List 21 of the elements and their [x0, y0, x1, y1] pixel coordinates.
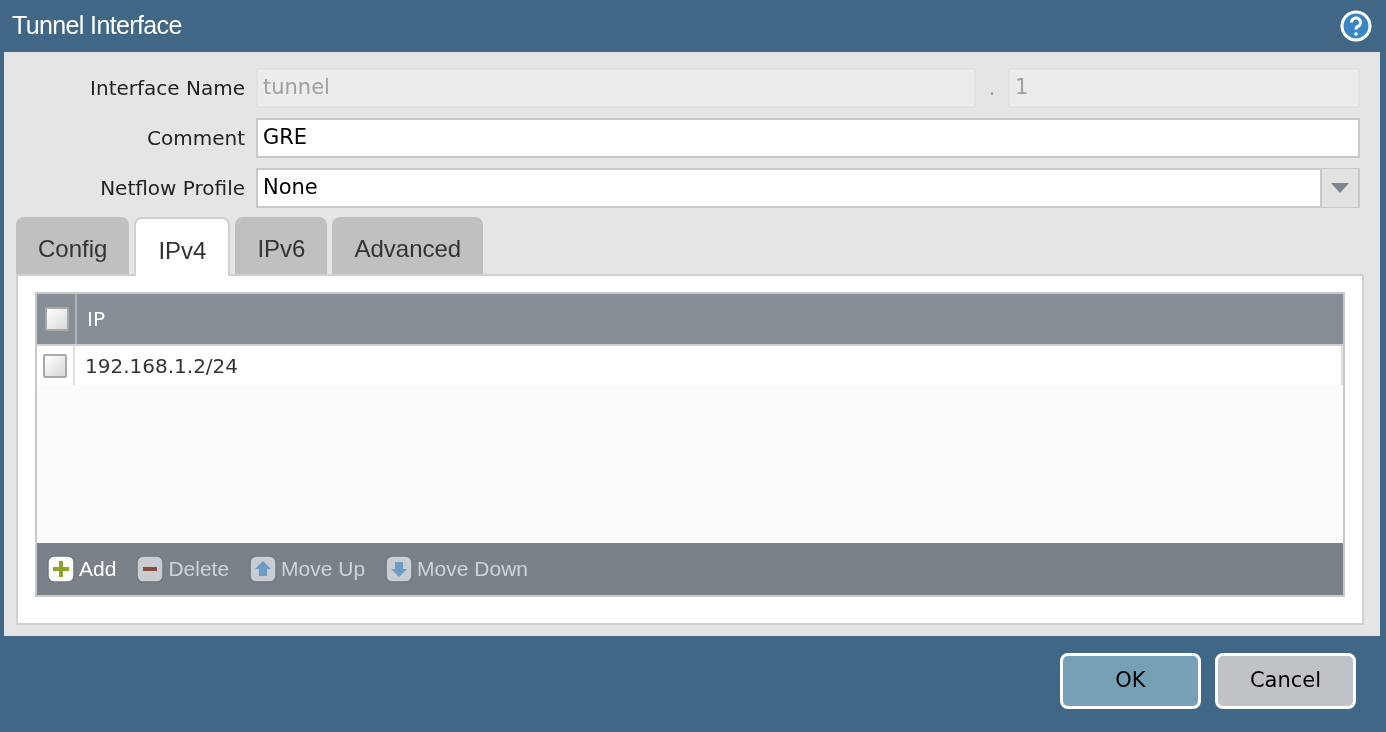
table-cell-text: 192.168.1.2/24 — [84, 352, 239, 380]
profile-dropdown[interactable]: None — [256, 168, 1360, 208]
tab[interactable]: Advanced — [332, 217, 484, 274]
cancel-button[interactable]: Cancel — [1215, 653, 1356, 709]
minus-icon — [136, 555, 165, 583]
select-all-checkbox[interactable] — [45, 307, 69, 331]
help-icon[interactable] — [1340, 10, 1372, 42]
separator: . — [987, 75, 997, 102]
plus-icon — [47, 555, 75, 583]
field-label: Netflow Profile — [99, 175, 246, 202]
tab[interactable]: IPv4 — [134, 217, 231, 276]
window-title: Tunnel Interface — [12, 10, 182, 42]
field-label: Interface Name — [89, 75, 246, 102]
field-label: Comment — [146, 125, 246, 152]
table-row[interactable]: 192.168.1.2/24 — [37, 346, 1343, 385]
tab[interactable]: Config — [16, 217, 130, 274]
row-checkbox[interactable] — [43, 353, 67, 378]
tab[interactable]: IPv6 — [235, 217, 328, 274]
toolbar-button[interactable]: Add — [47, 553, 117, 585]
ok-button[interactable]: OK — [1060, 653, 1201, 709]
comment-field[interactable]: GRE — [256, 118, 1360, 158]
